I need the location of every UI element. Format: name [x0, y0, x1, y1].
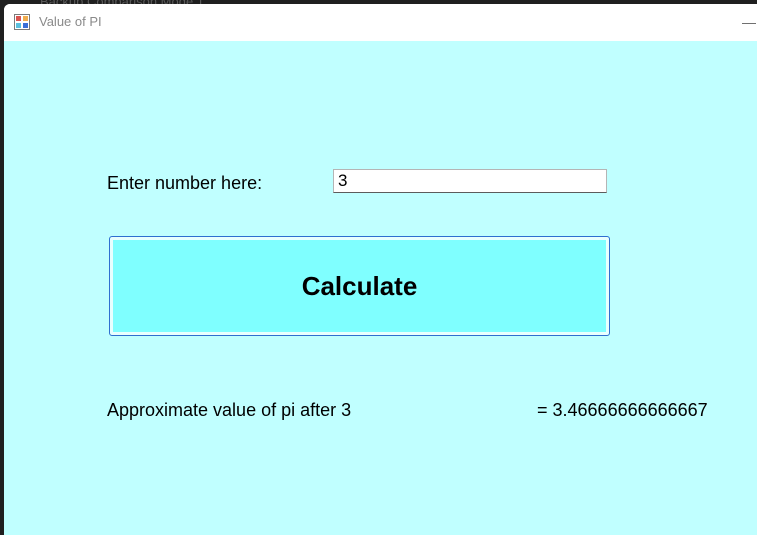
window-title: Value of PI [39, 14, 102, 29]
number-input[interactable] [333, 169, 607, 193]
form-client-area: Enter number here: Calculate Approximate… [4, 41, 757, 535]
title-bar[interactable]: Value of PI — [4, 4, 757, 41]
calculate-button[interactable]: Calculate [109, 236, 610, 336]
input-label: Enter number here: [107, 173, 263, 193]
result-value: = 3.46666666666667 [537, 400, 708, 420]
app-window: Value of PI — Enter number here: Calcula… [4, 4, 757, 535]
app-icon [14, 14, 30, 30]
result-label: Approximate value of pi after 3 [107, 400, 352, 420]
minimize-button[interactable]: — [737, 10, 757, 34]
